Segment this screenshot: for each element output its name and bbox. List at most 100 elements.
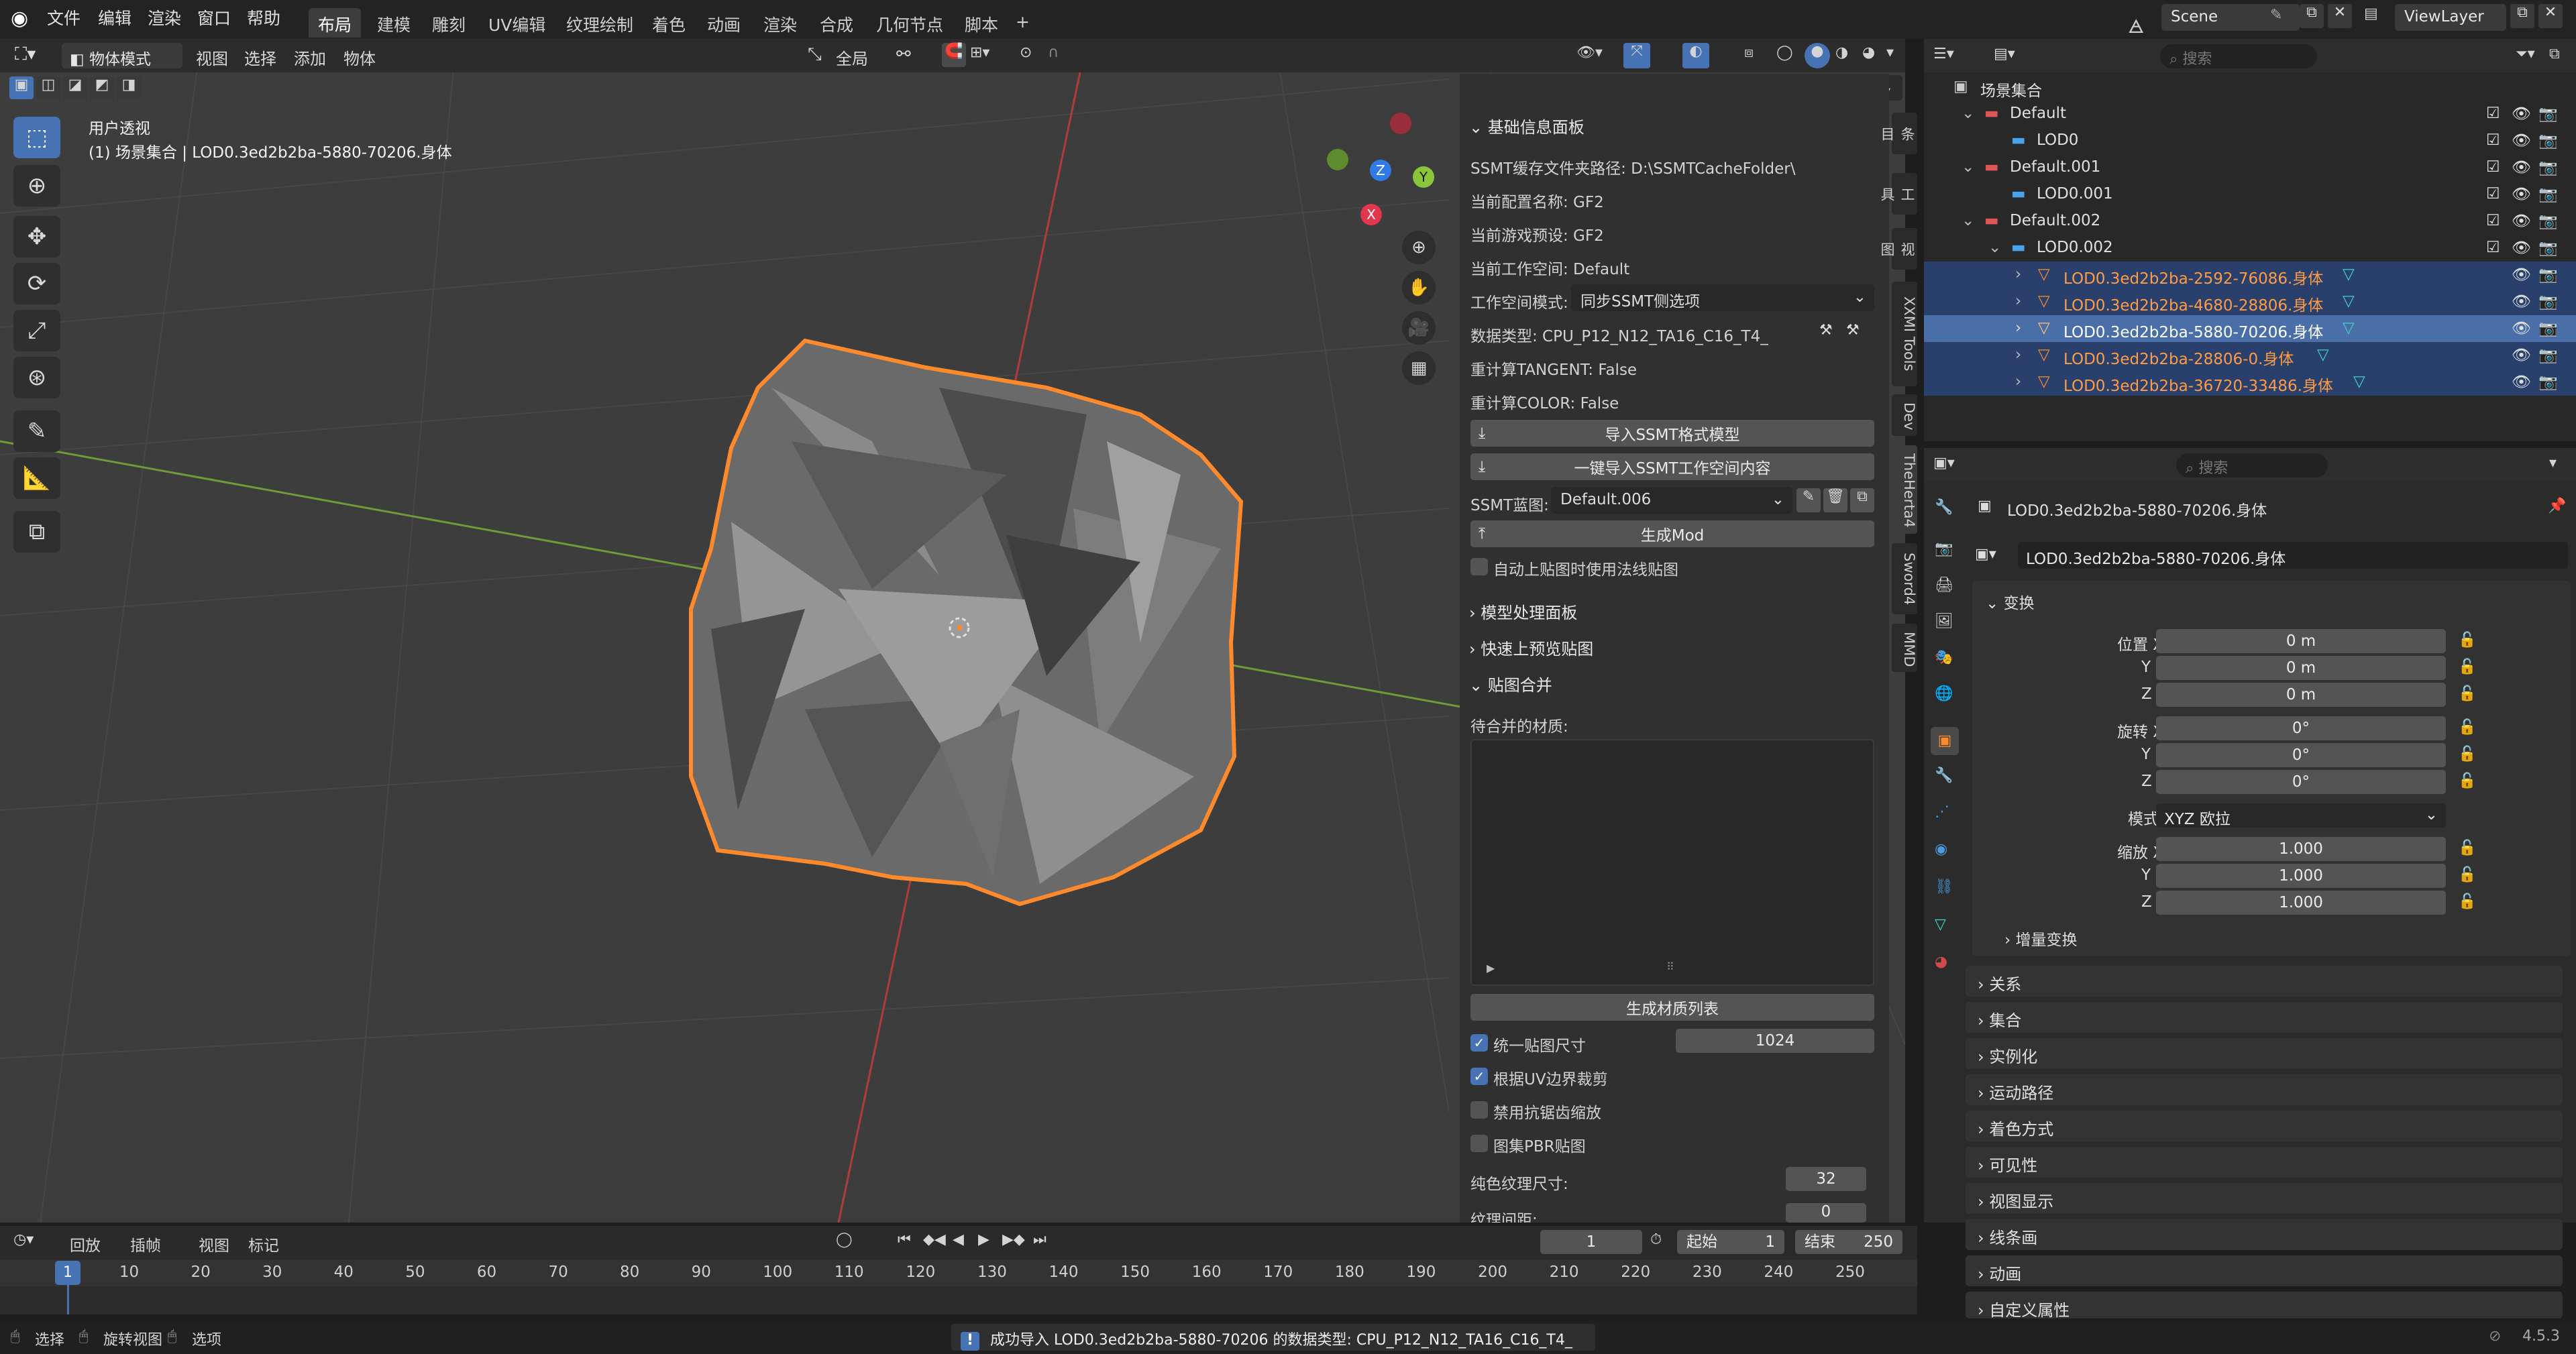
shading-wireframe-icon[interactable]: ◯ (1776, 44, 1793, 61)
object-browse-icon[interactable]: ▣▾ (1975, 546, 1996, 563)
tab-texture-paint[interactable]: 纹理绘制 (557, 8, 643, 38)
collapse-icon[interactable]: ⌄ (1962, 212, 1974, 229)
eye-icon[interactable]: 👁 (2512, 266, 2531, 284)
object-mode-selector[interactable]: ◧ 物体模式 (62, 43, 182, 68)
enable-checkbox-icon[interactable]: ☑ (2486, 212, 2500, 229)
tab-geometry-nodes[interactable]: 几何节点 (867, 8, 953, 38)
next-keyframe-icon[interactable]: ▶◆ (1002, 1231, 1025, 1248)
section-model[interactable]: › 模型处理面板 (1469, 600, 1577, 623)
view-layer-tab-icon[interactable]: 🖼 (1935, 613, 1953, 630)
scene-icon[interactable]: 🜁 (2128, 5, 2144, 44)
camera-icon[interactable]: 📷 (2538, 105, 2558, 123)
transform-orientation-label[interactable]: 全局 (836, 46, 868, 69)
render-tab-icon[interactable]: 📷 (1935, 541, 1953, 557)
pin-icon[interactable]: ✎ (2270, 7, 2282, 23)
select-new-icon[interactable]: ▣ (9, 76, 34, 99)
new-scene-icon[interactable]: ⧉ (2300, 4, 2324, 28)
camera-icon[interactable]: 📷 (2538, 319, 2558, 337)
sidebar-tab-tool[interactable]: 工具 (1879, 173, 1917, 215)
generate-material-list-button[interactable]: 生成材质列表 (1470, 994, 1874, 1021)
current-frame-field[interactable]: 1 (1540, 1230, 1642, 1254)
outliner-row[interactable]: ▬ LOD0.001 ☑ 👁 📷 (1924, 181, 2576, 208)
select-extend-icon[interactable]: ◫ (36, 76, 60, 99)
overlay-toggle-icon[interactable]: ◐ (1682, 43, 1709, 68)
enable-checkbox-icon[interactable]: ☑ (2486, 185, 2500, 203)
eye-icon[interactable]: 👁 (2512, 131, 2531, 150)
play-icon[interactable]: ▶ (1487, 962, 1495, 974)
camera-icon[interactable]: 📷 (2538, 185, 2558, 203)
section-shading[interactable]: › 着色方式 (1966, 1111, 2563, 1141)
generate-mod-button[interactable]: ⤒ 生成Mod (1470, 520, 1874, 547)
viewport-menu-object[interactable]: 物体 (343, 46, 376, 69)
menu-edit[interactable]: 编辑 (98, 5, 131, 30)
menu-render[interactable]: 渲染 (148, 5, 181, 30)
section-texture-merge[interactable]: ⌄ 贴图合并 (1469, 672, 1552, 695)
preview-range-icon[interactable]: ⏱ (1650, 1231, 1662, 1248)
new-collection-icon[interactable]: ⧉ (2549, 46, 2560, 62)
sidebar-tab-dev[interactable]: Dev (1892, 394, 1917, 436)
scene-tab-icon[interactable]: 🎭 (1935, 649, 1953, 666)
expand-icon[interactable]: › (2015, 346, 2021, 363)
outliner-row[interactable]: ⌄ ▬ Default.002 ☑ 👁 📷 (1924, 208, 2576, 235)
expand-icon[interactable]: › (2015, 319, 2021, 337)
lock-icon[interactable]: 🔓 (2458, 719, 2476, 736)
section-basic-info[interactable]: ⌄ 基础信息面板 (1469, 114, 1585, 137)
sidebar-tab-mmd[interactable]: MMD (1892, 624, 1917, 672)
eye-icon[interactable]: 👁 (2512, 158, 2531, 176)
output-tab-icon[interactable]: 🖨 (1935, 577, 1953, 594)
eye-icon[interactable]: 👁 (2512, 185, 2531, 203)
camera-icon[interactable]: 📷 (2538, 131, 2558, 150)
section-relations[interactable]: › 关系 (1966, 966, 2563, 997)
view-layer-icon[interactable]: ▤ (2364, 5, 2378, 22)
atlas-pbr-checkbox[interactable] (1470, 1135, 1488, 1152)
tool-scale[interactable]: ⤢ (13, 310, 60, 351)
rotation-mode-dropdown[interactable]: XYZ 欧拉 ⌄ (2156, 803, 2446, 828)
particles-tab-icon[interactable]: ⋰ (1935, 803, 1949, 820)
sidebar-tab-sword4[interactable]: Sword4 (1892, 543, 1917, 614)
auto-normal-checkbox[interactable] (1470, 558, 1488, 575)
timeline-menu-playback[interactable]: 回放 (70, 1233, 101, 1255)
constraints-tab-icon[interactable]: ⛓ (1935, 879, 1953, 895)
location-z-field[interactable]: 0 m (2156, 683, 2446, 707)
expand-icon[interactable]: › (2015, 266, 2021, 283)
solid-size-field[interactable]: 32 (1786, 1167, 1866, 1191)
blueprint-dropdown[interactable]: Default.006 ⌄ (1551, 487, 1792, 514)
play-reverse-icon[interactable]: ◀ (953, 1231, 964, 1248)
rotation-x-field[interactable]: 0° (2156, 716, 2446, 740)
tab-scripting[interactable]: 脚本 (955, 8, 1008, 38)
start-frame-field[interactable]: 起始 1 (1677, 1230, 1784, 1254)
scale-x-field[interactable]: 1.000 (2156, 837, 2446, 861)
tool-tab-icon[interactable]: 🔧 (1935, 499, 1953, 516)
tool-cursor[interactable]: ⊕ (13, 165, 60, 207)
view-layer-selector[interactable]: ViewLayer (2395, 4, 2506, 31)
filter-icon[interactable]: ⏷▾ (2516, 46, 2535, 62)
object-name-field[interactable]: LOD0.3ed2b2ba-5880-70206.身体 (2018, 542, 2568, 569)
jump-start-icon[interactable]: ⏮ (898, 1231, 911, 1248)
outliner-row[interactable]: › ▽ LOD0.3ed2b2ba-28806-0.身体 ▽ 👁 📷 (1924, 342, 2576, 369)
edit-blueprint-icon[interactable]: ✎ (1796, 488, 1821, 512)
lock-icon[interactable]: 🔓 (2458, 632, 2476, 648)
scale-y-field[interactable]: 1.000 (2156, 864, 2446, 888)
timeline-menu-keying[interactable]: 插帧 (130, 1233, 161, 1255)
object-tab-icon[interactable]: ▣ (1931, 727, 1959, 755)
camera-icon[interactable]: 📷 (2538, 346, 2558, 364)
pin-icon[interactable]: 📌 (2548, 498, 2566, 514)
section-custom-properties[interactable]: › 自定义属性 (1966, 1292, 2563, 1320)
timeline-editor-icon[interactable]: ◷▾ (13, 1231, 34, 1248)
section-visibility[interactable]: › 可见性 (1966, 1147, 2563, 1178)
tool-select-box[interactable]: ⬚ (13, 117, 60, 158)
camera-view-icon[interactable]: 🎥 (1402, 311, 1436, 345)
tab-rendering[interactable]: 渲染 (754, 8, 806, 38)
auto-key-icon[interactable]: ◯ (836, 1231, 853, 1248)
playhead[interactable]: 1 (55, 1261, 80, 1285)
lock-icon[interactable]: 🔓 (2458, 746, 2476, 763)
outliner-row[interactable]: › ▽ LOD0.3ed2b2ba-2592-76086.身体 ▽ 👁 📷 (1924, 262, 2576, 288)
section-instancing[interactable]: › 实例化 (1966, 1038, 2563, 1069)
collapse-icon[interactable]: ⌄ (1962, 105, 1974, 122)
pan-hand-icon[interactable]: ✋ (1402, 271, 1436, 304)
scale-z-field[interactable]: 1.000 (2156, 891, 2446, 915)
data-tab-icon[interactable]: ▽ (1935, 916, 1946, 933)
new-view-layer-icon[interactable]: ⧉ (2510, 4, 2534, 28)
modifier-tab-icon[interactable]: 🔧 (1935, 767, 1953, 784)
viewport-menu-add[interactable]: 添加 (294, 46, 326, 69)
